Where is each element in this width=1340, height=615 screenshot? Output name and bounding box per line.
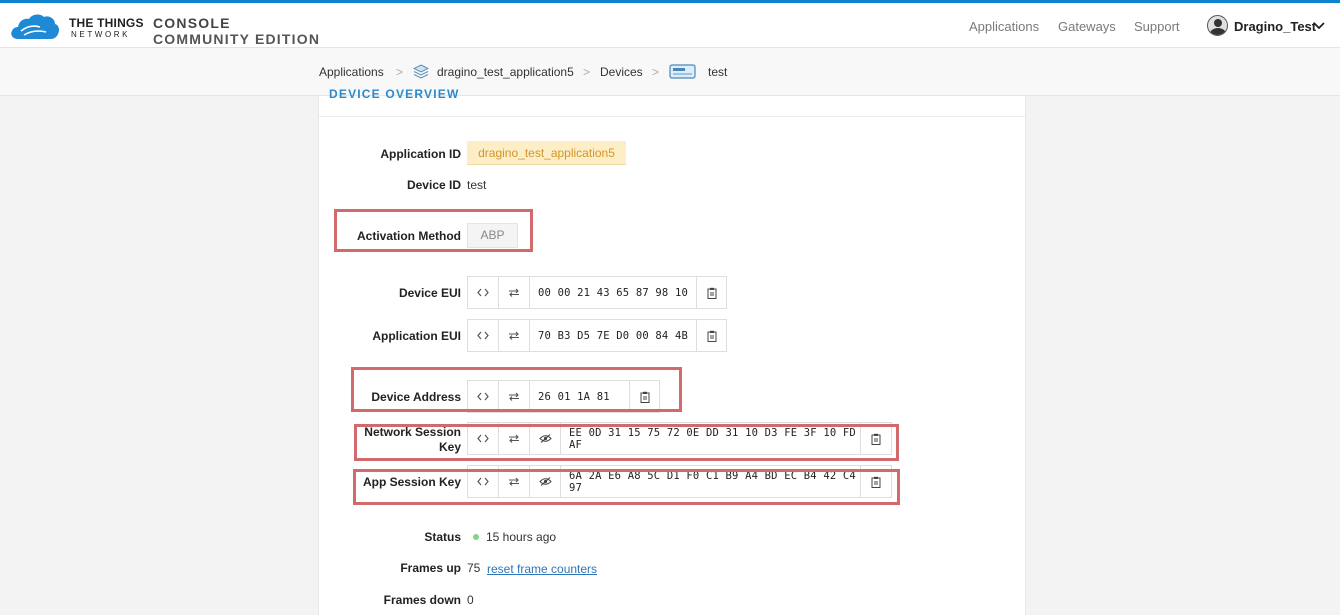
status-value: 15 hours ago bbox=[486, 530, 557, 544]
application-layers-icon bbox=[413, 64, 429, 79]
copy-button[interactable] bbox=[696, 277, 726, 308]
highlight-box-nwkskey bbox=[354, 424, 899, 461]
device-id-value: test bbox=[467, 178, 487, 192]
highlight-box-activation bbox=[334, 209, 533, 252]
frames-down-label: Frames down bbox=[383, 593, 461, 607]
toggle-format-button[interactable] bbox=[468, 320, 499, 351]
device-eui-label: Device EUI bbox=[398, 286, 461, 300]
brand-name: THE THINGS bbox=[69, 16, 144, 30]
breadcrumb-devices[interactable]: Devices bbox=[600, 65, 643, 79]
ttn-cloud-logo-icon[interactable] bbox=[10, 12, 60, 40]
swap-byte-order-button[interactable] bbox=[499, 320, 530, 351]
copy-button[interactable] bbox=[696, 320, 726, 351]
status-label: Status bbox=[424, 530, 461, 544]
brand-subname: NETWORK bbox=[71, 30, 131, 39]
clipboard-icon bbox=[707, 330, 716, 342]
clipboard-icon bbox=[707, 287, 716, 299]
application-eui-label: Application EUI bbox=[372, 329, 461, 343]
swap-arrows-icon bbox=[509, 331, 519, 340]
status-indicator-dot bbox=[473, 534, 479, 540]
toggle-format-button[interactable] bbox=[468, 277, 499, 308]
user-avatar-icon[interactable] bbox=[1207, 15, 1228, 36]
device-icon bbox=[669, 64, 696, 79]
highlight-box-address bbox=[351, 367, 682, 412]
frames-down-value: 0 bbox=[467, 593, 474, 607]
device-eui-field: 00 00 21 43 65 87 98 10 bbox=[467, 276, 727, 309]
card-title: DEVICE OVERVIEW bbox=[329, 87, 460, 101]
console-edition: COMMUNITY EDITION bbox=[153, 31, 321, 47]
application-id-label: Application ID bbox=[380, 147, 461, 161]
breadcrumb-application[interactable]: dragino_test_application5 bbox=[437, 65, 574, 79]
nav-gateways-link[interactable]: Gateways bbox=[1058, 19, 1116, 34]
username-menu[interactable]: Dragino_Test bbox=[1234, 19, 1316, 34]
frames-up-value: 75 bbox=[467, 561, 481, 575]
application-id-tag[interactable]: dragino_test_application5 bbox=[467, 141, 626, 165]
application-eui-value[interactable]: 70 B3 D5 7E D0 00 84 4B bbox=[530, 320, 696, 351]
breadcrumb-separator: > bbox=[583, 65, 591, 79]
reset-frame-counters-link[interactable]: reset frame counters bbox=[487, 562, 597, 576]
swap-arrows-icon bbox=[509, 288, 519, 297]
code-brackets-icon bbox=[477, 288, 489, 297]
chevron-down-icon[interactable] bbox=[1313, 22, 1325, 30]
breadcrumb-device: test bbox=[708, 65, 728, 79]
device-id-label: Device ID bbox=[406, 178, 461, 192]
device-eui-value[interactable]: 00 00 21 43 65 87 98 10 bbox=[530, 277, 696, 308]
application-eui-field: 70 B3 D5 7E D0 00 84 4B bbox=[467, 319, 727, 352]
card-divider bbox=[319, 116, 1025, 117]
swap-byte-order-button[interactable] bbox=[499, 277, 530, 308]
frames-up-label: Frames up bbox=[400, 561, 461, 575]
top-navigation-bar: THE THINGS NETWORK CONSOLE COMMUNITY EDI… bbox=[0, 0, 1340, 48]
nav-support-link[interactable]: Support bbox=[1134, 19, 1180, 34]
highlight-box-appskey bbox=[353, 469, 900, 505]
breadcrumb-separator: > bbox=[652, 65, 660, 79]
breadcrumb-applications[interactable]: Applications bbox=[319, 65, 384, 79]
console-title: CONSOLE bbox=[153, 15, 231, 31]
breadcrumb: Applications > dragino_test_application5… bbox=[0, 48, 1340, 96]
breadcrumb-separator: > bbox=[396, 65, 404, 79]
code-brackets-icon bbox=[477, 331, 489, 340]
nav-applications-link[interactable]: Applications bbox=[969, 19, 1039, 34]
